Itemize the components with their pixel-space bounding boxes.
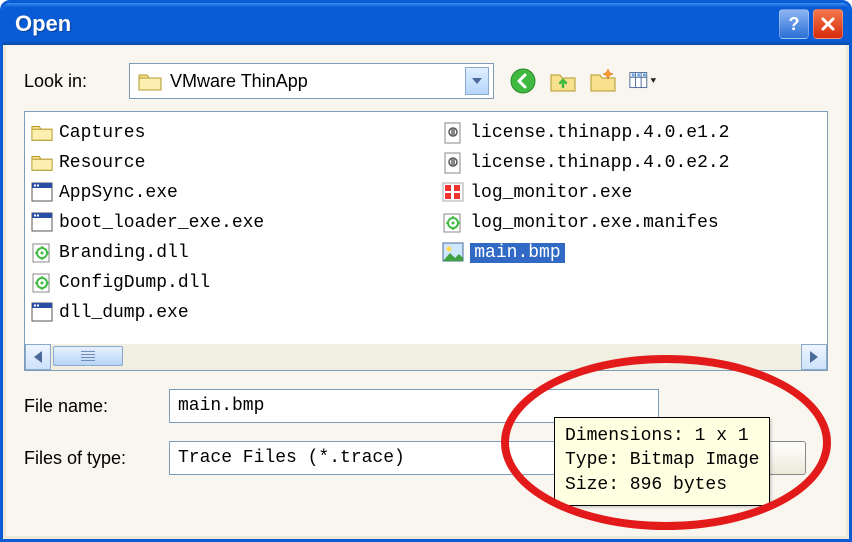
filename-value: main.bmp bbox=[178, 396, 264, 416]
up-one-level-button[interactable] bbox=[548, 66, 578, 96]
file-label: license.thinapp.4.0.e2.2 bbox=[470, 153, 729, 173]
file-item[interactable]: ConfigDump.dll bbox=[29, 268, 270, 298]
tooltip-dimensions: Dimensions: 1 x 1 bbox=[565, 424, 759, 448]
dll-icon bbox=[31, 242, 53, 264]
nav-icons bbox=[508, 66, 658, 96]
file-item[interactable]: main.bmp bbox=[440, 238, 735, 268]
lookin-dropdown-button[interactable] bbox=[465, 67, 489, 95]
views-button[interactable] bbox=[628, 66, 658, 96]
scroll-right-button[interactable] bbox=[801, 344, 827, 370]
filetype-label: Files of type: bbox=[24, 448, 169, 469]
file-label: ConfigDump.dll bbox=[59, 273, 210, 293]
file-tooltip: Dimensions: 1 x 1 Type: Bitmap Image Siz… bbox=[554, 417, 770, 506]
file-item[interactable]: Resource bbox=[29, 148, 270, 178]
folder-icon bbox=[138, 71, 162, 91]
filename-label: File name: bbox=[24, 396, 169, 417]
bmp-icon bbox=[442, 242, 464, 264]
file-item[interactable]: AppSync.exe bbox=[29, 178, 270, 208]
dll-icon bbox=[442, 212, 464, 234]
dll-icon bbox=[31, 272, 53, 294]
titlebar: Open ? bbox=[3, 3, 849, 45]
exe-icon bbox=[31, 182, 53, 204]
scroll-track[interactable] bbox=[51, 344, 801, 370]
exe-icon bbox=[31, 212, 53, 234]
filetype-value: Trace Files (*.trace) bbox=[178, 448, 405, 468]
lookin-folder-text: VMware ThinApp bbox=[162, 71, 465, 92]
folder-icon bbox=[31, 122, 53, 144]
file-label: Captures bbox=[59, 123, 145, 143]
close-button[interactable] bbox=[813, 9, 843, 39]
file-label: boot_loader_exe.exe bbox=[59, 213, 264, 233]
tooltip-size: Size: 896 bytes bbox=[565, 473, 759, 497]
file-item[interactable]: license.thinapp.4.0.e1.2 bbox=[440, 118, 735, 148]
help-button[interactable]: ? bbox=[779, 9, 809, 39]
new-folder-button[interactable] bbox=[588, 66, 618, 96]
file-label: main.bmp bbox=[470, 243, 564, 263]
file-item[interactable]: Branding.dll bbox=[29, 238, 270, 268]
file-item[interactable]: log_monitor.exe bbox=[440, 178, 735, 208]
dialog-content: Look in: VMware ThinApp bbox=[6, 45, 846, 536]
file-item[interactable]: license.thinapp.4.0.e2.2 bbox=[440, 148, 735, 178]
file-label: AppSync.exe bbox=[59, 183, 178, 203]
file-label: log_monitor.exe.manifes bbox=[470, 213, 718, 233]
exe-icon bbox=[31, 302, 53, 324]
file-label: log_monitor.exe bbox=[470, 183, 632, 203]
file-label: Branding.dll bbox=[59, 243, 189, 263]
file-item[interactable]: log_monitor.exe.manifes bbox=[440, 208, 735, 238]
file-list: Captures Resource AppSync.exe boot_loader_e… bbox=[29, 118, 823, 340]
ini-icon bbox=[442, 122, 464, 144]
file-list-area: Captures Resource AppSync.exe boot_loader_e… bbox=[24, 111, 828, 371]
file-item[interactable]: dll_dump.exe bbox=[29, 298, 270, 328]
ini-icon bbox=[442, 152, 464, 174]
back-button[interactable] bbox=[508, 66, 538, 96]
file-label: Resource bbox=[59, 153, 145, 173]
file-item[interactable]: boot_loader_exe.exe bbox=[29, 208, 270, 238]
logexe-icon bbox=[442, 182, 464, 204]
lookin-combo[interactable]: VMware ThinApp bbox=[129, 63, 494, 99]
scroll-thumb[interactable] bbox=[53, 346, 123, 366]
file-label: license.thinapp.4.0.e1.2 bbox=[470, 123, 729, 143]
folder-icon bbox=[31, 152, 53, 174]
lookin-label: Look in: bbox=[24, 71, 129, 92]
lookin-row: Look in: VMware ThinApp bbox=[24, 63, 828, 99]
open-dialog-window: Open ? Look in: VMware ThinApp bbox=[0, 0, 852, 542]
horizontal-scrollbar bbox=[25, 344, 827, 370]
tooltip-type: Type: Bitmap Image bbox=[565, 448, 759, 472]
scroll-left-button[interactable] bbox=[25, 344, 51, 370]
window-title: Open bbox=[15, 11, 775, 37]
file-label: dll_dump.exe bbox=[59, 303, 189, 323]
file-item[interactable]: Captures bbox=[29, 118, 270, 148]
